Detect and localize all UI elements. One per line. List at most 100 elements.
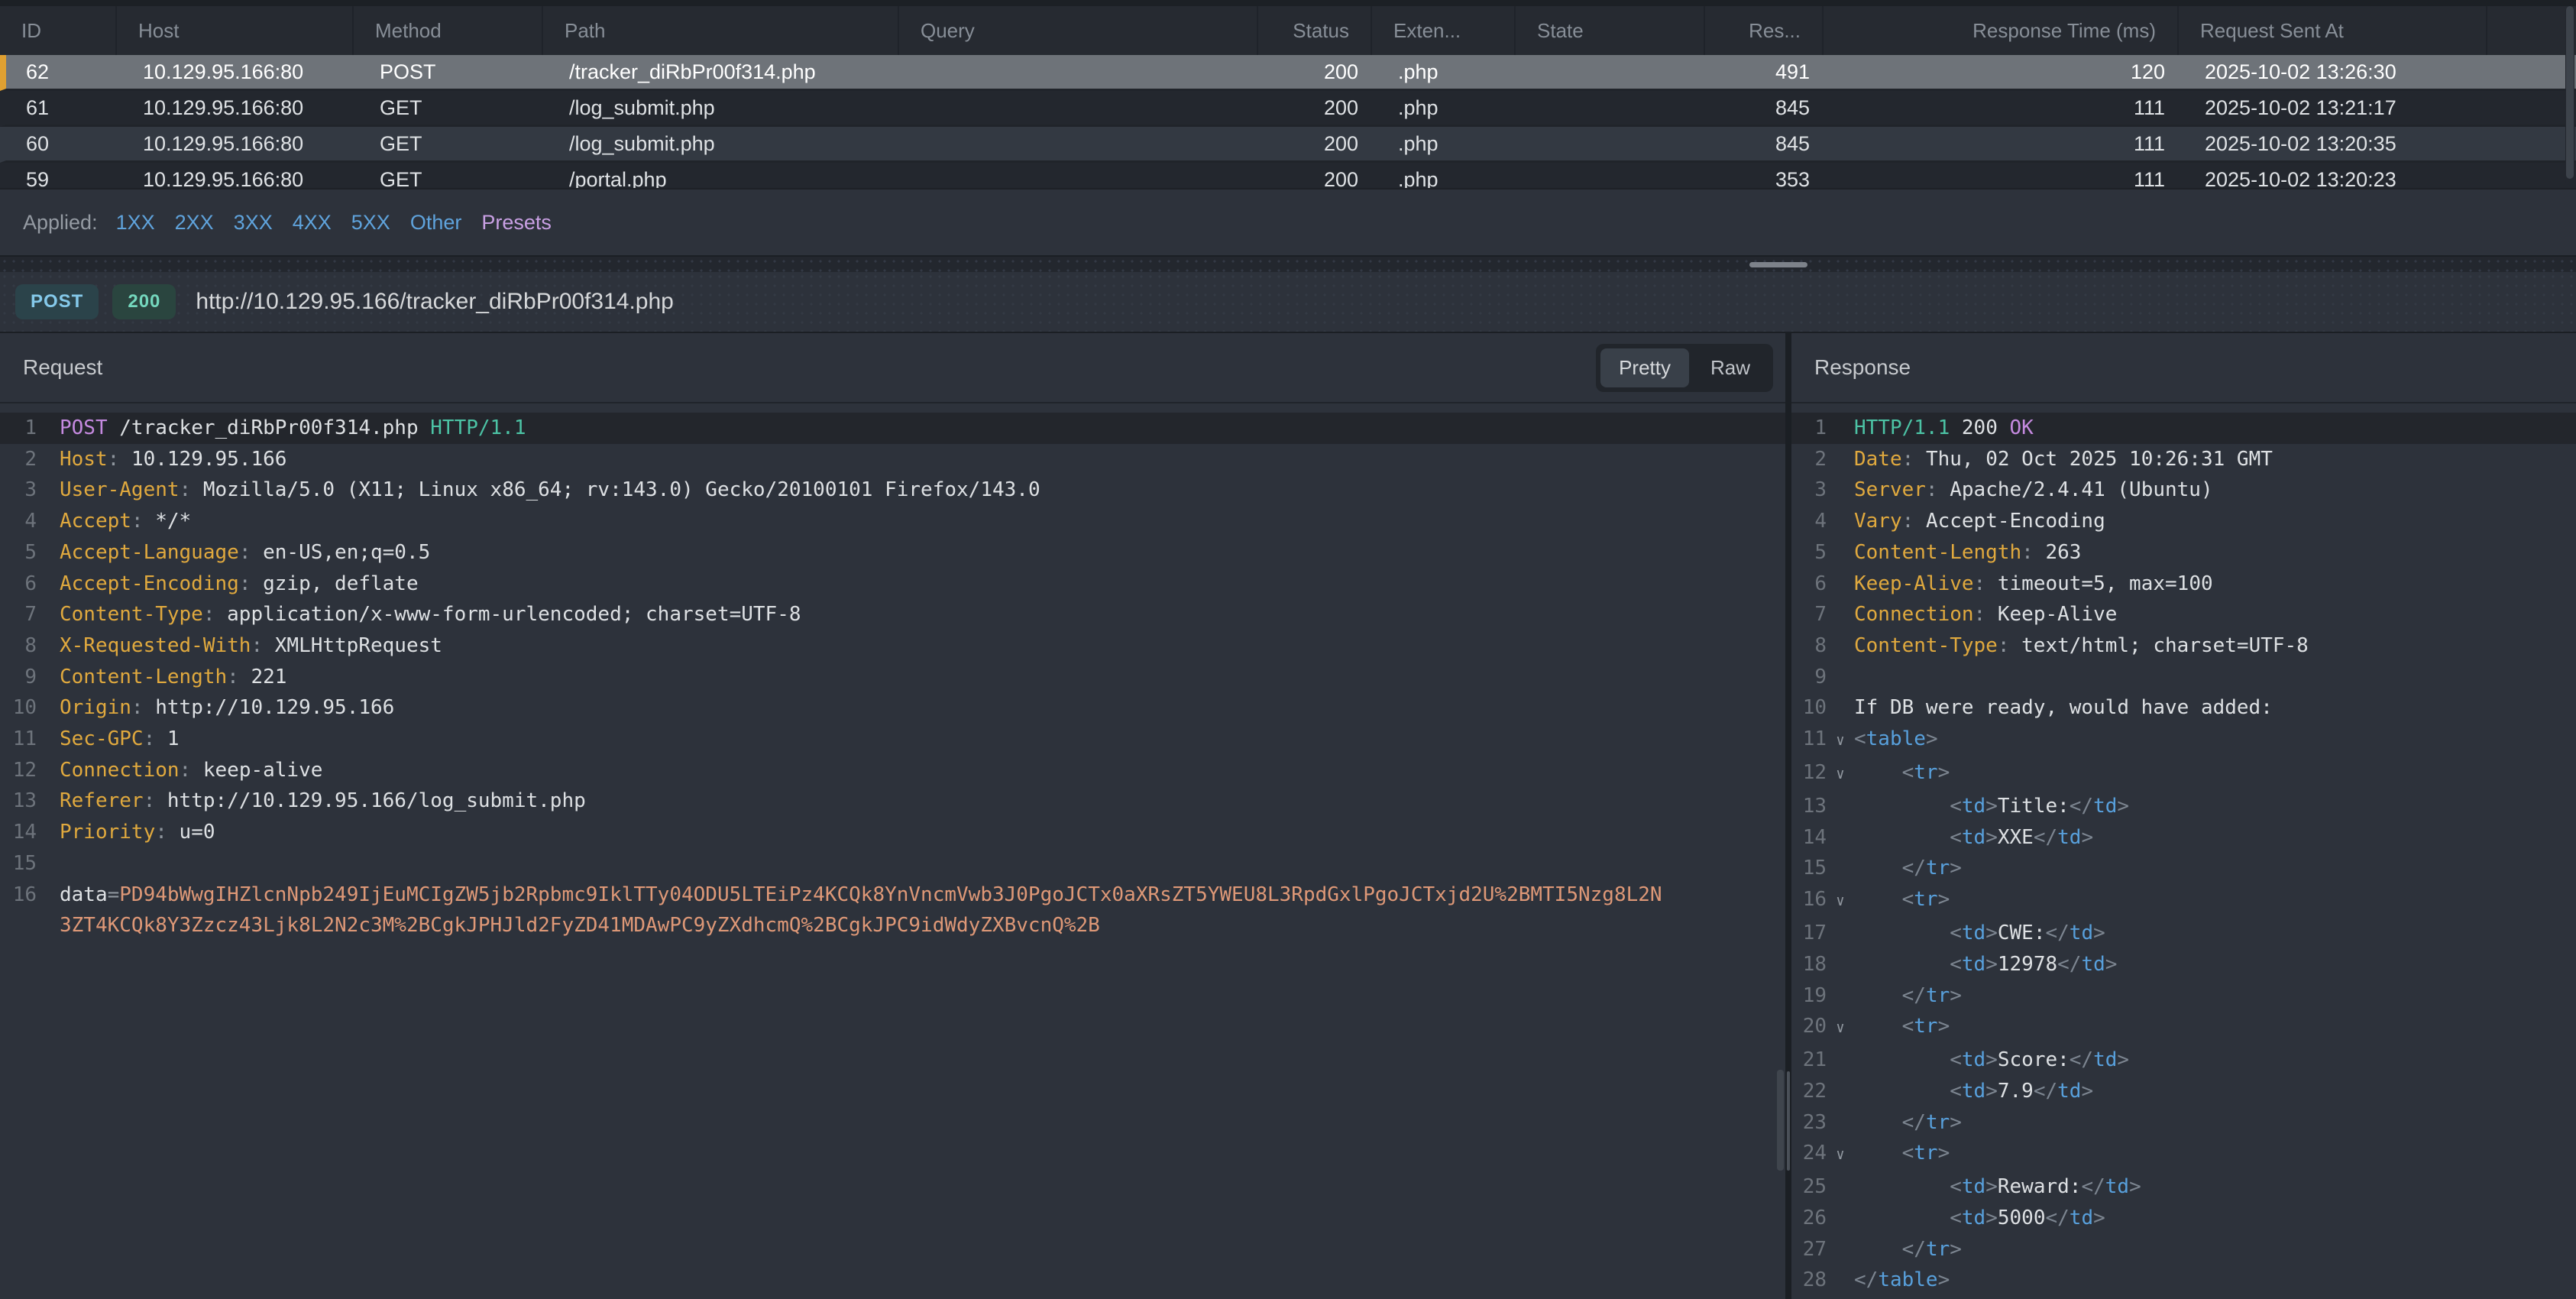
status-badge: 200	[112, 284, 176, 319]
column-header-res[interactable]: Res...	[1705, 6, 1824, 55]
line-number: 15	[1791, 853, 1827, 884]
column-header-id[interactable]: ID	[0, 6, 117, 55]
code-line: 6Accept-Encoding: gzip, deflate	[0, 569, 1785, 600]
line-content: <td>7.9</td>	[1854, 1076, 2576, 1107]
column-header-path[interactable]: Path	[543, 6, 899, 55]
response-editor[interactable]: 1HTTP/1.1 200 OK2 Date: Thu, 02 Oct 2025 …	[1791, 403, 2576, 1299]
line-content: </tr>	[1854, 1107, 2576, 1139]
column-header-status[interactable]: Status	[1258, 6, 1372, 55]
panes-divider[interactable]	[1785, 333, 1791, 1299]
request-response-panes: Request Pretty Raw 1POST /tracker_diRbPr…	[0, 333, 2576, 1299]
line-content: X-Requested-With: XMLHttpRequest	[60, 630, 1671, 662]
fold-toggle-icon[interactable]: ∨	[1827, 1011, 1854, 1045]
fold-toggle-icon[interactable]: ∨	[1827, 724, 1854, 757]
applied-label: Applied:	[23, 211, 98, 235]
line-number: 10	[0, 692, 37, 724]
fold-gutter	[1827, 569, 1854, 600]
line-content: Accept: */*	[60, 506, 1671, 537]
presets-link[interactable]: Presets	[481, 211, 552, 235]
line-number: 19	[1791, 980, 1827, 1012]
cell-request-sent-at: 2025-10-02 13:20:35	[2185, 132, 2493, 156]
line-number: 11	[1791, 724, 1827, 757]
table-row-59[interactable]: 5910.129.95.166:80GET/portal.php200.php3…	[0, 163, 2576, 188]
line-number: 1	[0, 413, 37, 444]
cell-exten: .php	[1378, 132, 1522, 156]
status-filter-4xx[interactable]: 4XX	[293, 211, 332, 234]
fold-toggle-icon[interactable]: ∨	[1827, 1138, 1854, 1171]
line-content: Connection: keep-alive	[60, 755, 1671, 786]
line-number: 14	[1791, 822, 1827, 854]
table-row-60[interactable]: 6010.129.95.166:80GET/log_submit.php200.…	[0, 127, 2576, 163]
line-number: 5	[1791, 537, 1827, 569]
fold-gutter	[1827, 662, 1854, 693]
cell-id: 59	[6, 168, 123, 189]
request-pane-title: Request	[23, 355, 102, 380]
status-filter-3xx[interactable]: 3XX	[234, 211, 273, 234]
table-scrollbar-thumb[interactable]	[2566, 6, 2574, 179]
line-content: Date: Thu, 02 Oct 2025 10:26:31 GMT	[1854, 444, 2576, 475]
code-line: 4 Accept: */*	[0, 506, 1785, 537]
line-content: User-Agent: Mozilla/5.0 (X11; Linux x86_…	[60, 475, 1671, 506]
column-header-host[interactable]: Host	[117, 6, 354, 55]
request-pane-scrollbar-thumb[interactable]	[1777, 1070, 1784, 1171]
toggle-option-raw[interactable]: Raw	[1692, 348, 1769, 387]
fold-gutter	[37, 724, 60, 755]
fold-gutter	[1827, 1045, 1854, 1076]
table-row-62[interactable]: 6210.129.95.166:80POST/tracker_diRbPr00f…	[0, 55, 2576, 91]
fold-toggle-icon[interactable]: ∨	[1827, 884, 1854, 918]
line-number: 15	[0, 848, 37, 879]
status-filter-other[interactable]: Other	[410, 211, 462, 234]
table-row-61[interactable]: 6110.129.95.166:80GET/log_submit.php200.…	[0, 91, 2576, 127]
line-number: 14	[0, 817, 37, 848]
code-line: 1HTTP/1.1 200 OK	[1791, 413, 2576, 444]
code-line: 7Content-Type: application/x-www-form-ur…	[0, 599, 1785, 630]
line-content: data=PD94bWwgIHZlcnNpb249IjEuMCIgZW5jb2R…	[60, 879, 1671, 941]
code-line: 20∨ <tr>	[1791, 1011, 2576, 1045]
fold-gutter	[1827, 692, 1854, 724]
column-header-method[interactable]: Method	[354, 6, 543, 55]
splitter-handle[interactable]	[1749, 262, 1807, 267]
column-header-response-time-ms[interactable]: Response Time (ms)	[1824, 6, 2179, 55]
line-content: <tr>	[1854, 884, 2576, 918]
panes-divider-handle[interactable]	[1787, 1071, 1790, 1171]
table-scrollbar[interactable]	[2565, 6, 2574, 185]
status-filter-5xx[interactable]: 5XX	[351, 211, 390, 234]
horizontal-splitter[interactable]	[0, 255, 2576, 272]
column-header-exten[interactable]: Exten...	[1372, 6, 1516, 55]
column-header-query[interactable]: Query	[899, 6, 1258, 55]
status-filter-1xx[interactable]: 1XX	[116, 211, 155, 234]
column-header-request-sent-at[interactable]: Request Sent At	[2179, 6, 2487, 55]
column-header-state[interactable]: State	[1516, 6, 1705, 55]
response-pane-title: Response	[1814, 355, 1911, 380]
code-line: 28</table>	[1791, 1265, 2576, 1296]
line-content: <tr>	[1854, 1138, 2576, 1171]
status-filter-2xx[interactable]: 2XX	[175, 211, 214, 234]
code-line: 11Sec-GPC: 1	[0, 724, 1785, 755]
code-line: 11∨<table>	[1791, 724, 2576, 757]
line-number: 5	[0, 537, 37, 569]
request-editor[interactable]: 1POST /tracker_diRbPr00f314.php HTTP/1.1…	[0, 403, 1785, 1299]
fold-gutter	[1827, 630, 1854, 662]
code-line: 14 <td>XXE</td>	[1791, 822, 2576, 854]
fold-gutter	[1827, 475, 1854, 506]
code-line: 21 <td>Score:</td>	[1791, 1045, 2576, 1076]
line-content: <tr>	[1854, 757, 2576, 791]
fold-toggle-icon[interactable]: ∨	[1827, 757, 1854, 791]
fold-gutter	[37, 475, 60, 506]
line-number: 25	[1791, 1171, 1827, 1203]
code-line: 16∨ <tr>	[1791, 884, 2576, 918]
code-line: 19 </tr>	[1791, 980, 2576, 1012]
toggle-option-pretty[interactable]: Pretty	[1600, 348, 1689, 387]
line-number: 11	[0, 724, 37, 755]
code-line: 27 </tr>	[1791, 1234, 2576, 1265]
line-number: 2	[1791, 444, 1827, 475]
line-number: 23	[1791, 1107, 1827, 1139]
line-number: 4	[0, 506, 37, 537]
line-content: If DB were ready, would have added:	[1854, 692, 2576, 724]
line-number: 6	[0, 569, 37, 600]
line-number: 20	[1791, 1011, 1827, 1045]
code-line: 24∨ <tr>	[1791, 1138, 2576, 1171]
line-content: Host: 10.129.95.166	[60, 444, 1671, 475]
fold-gutter	[1827, 444, 1854, 475]
code-line: 3Server: Apache/2.4.41 (Ubuntu)	[1791, 475, 2576, 506]
